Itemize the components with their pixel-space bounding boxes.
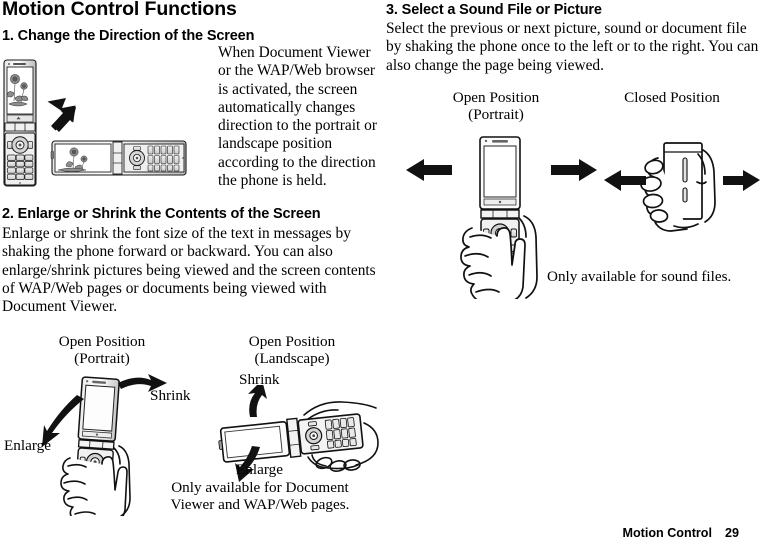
page-title: Motion Control Functions [2,0,237,20]
arrow-right-icon-closed [723,170,760,191]
arrow-left-icon [406,159,452,181]
hand-outline [60,456,128,516]
section-3-body: Select the previous or next picture, sou… [386,20,759,74]
figure-2-left-caption-line1: Open Position [58,333,146,350]
manual-page: Motion Control Functions 1. Change the D… [0,0,767,549]
arrow-left-icon-closed [604,170,646,191]
section-2-heading: 2. Enlarge or Shrink the Contents of the… [2,206,321,222]
figure-2-right-caption-line1: Open Position [248,333,336,350]
section-1-heading: 1. Change the Direction of the Screen [2,28,255,44]
figure-2-right-label-enlarge: Enlarge [236,461,283,478]
figure-2-note-line2: Viewer and WAP/Web pages. [170,496,350,513]
figure-hand-closed-shake-lr [602,140,762,255]
left-column: Motion Control Functions 1. Change the D… [0,0,384,549]
figure-2-right-caption-line2: (Landscape) [254,350,330,367]
figure-3-left-caption-line1: Open Position [452,89,540,106]
footer-section-label: Motion Control [622,526,712,540]
figure-2-left-caption-line2: (Portrait) [74,350,130,367]
arrow-right-icon [551,159,597,181]
page-footer: Motion Control 29 [622,526,739,540]
figure-2-left-label-enlarge: Enlarge [4,437,51,454]
section-3-heading: 3. Select a Sound File or Picture [386,2,602,18]
phone-portrait-open [3,59,37,187]
right-column: 3. Select a Sound File or Picture Select… [384,0,767,549]
phone-open-landscape-in-hand [218,413,364,463]
figure-3-note: Only available for sound files. [547,268,732,285]
figure-3-left-caption-line2: (Portrait) [468,106,524,123]
figure-2-left-label-shrink: Shrink [150,387,191,404]
phone-landscape-open [50,140,187,176]
figure-screen-rotation [0,57,190,189]
shrink-arrow-landscape-icon [248,385,267,417]
section-2-body: Enlarge or shrink the font size of the t… [2,225,376,316]
figure-3-right-caption: Closed Position [624,89,720,106]
figure-2-note-line1: Only available for Document [171,479,349,496]
section-1-body: When Document Viewer or the WAP/Web brow… [218,44,377,190]
footer-page-number: 29 [724,526,739,540]
